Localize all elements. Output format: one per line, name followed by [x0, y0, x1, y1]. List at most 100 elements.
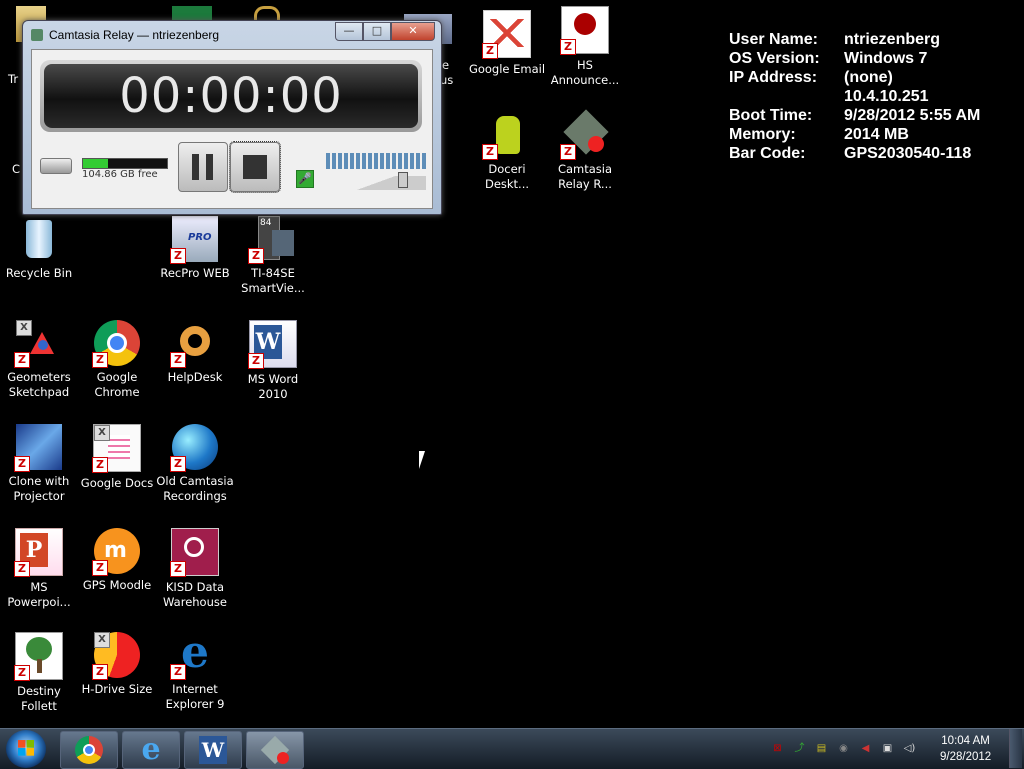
security-icon[interactable]: ▤	[814, 741, 829, 756]
pause-icon-bar	[206, 154, 213, 180]
camtasia-relay-icon	[260, 735, 290, 765]
desktop-icon-doceri[interactable]: Z Doceri Deskt...	[468, 112, 546, 192]
icon-label: Camtasia Relay R...	[557, 162, 613, 191]
display-clone-icon: Z	[14, 424, 62, 472]
system-info-panel: User Name: ntriezenberg OS Version: Windows…	[729, 30, 980, 163]
powerpoint-icon: P Z	[14, 528, 63, 577]
show-desktop-button[interactable]	[1009, 729, 1022, 768]
icon-label: MS Word 2010	[247, 372, 299, 401]
partial-icon-label-e: e	[442, 58, 450, 72]
icon-label: HS Announce...	[550, 58, 620, 87]
system-info-value: ntriezenberg	[844, 31, 941, 48]
chrome-icon	[75, 736, 103, 764]
pause-button[interactable]	[178, 142, 228, 192]
desktop-icon-ms-word[interactable]: W Z MS Word 2010	[234, 320, 312, 402]
speaker-mute-icon[interactable]: ◀	[858, 741, 873, 756]
kisd-icon: Z	[170, 528, 219, 577]
ie-icon: e	[141, 732, 161, 767]
pdf-icon[interactable]: ⊠	[770, 741, 785, 756]
system-info-key: Bar Code:	[729, 145, 806, 162]
taskbar: e W ⊠ ⤴ ▤ ◉ ◀ ▣ ◁) 10:04 AM 9/28/2012	[0, 728, 1024, 769]
desktop-icon-camtasia-relay-recorder[interactable]: Z Camtasia Relay R...	[546, 109, 624, 192]
desktop-icon-ti84[interactable]: 84 Z TI-84SE SmartVie...	[234, 216, 312, 296]
stop-icon	[243, 155, 267, 179]
system-info-row: Bar Code: GPS2030540-118	[729, 144, 980, 163]
maximize-button[interactable]: □	[363, 22, 391, 41]
desktop-icon-google-chrome[interactable]: Z Google Chrome	[78, 320, 156, 400]
desktop-icon-google-docs[interactable]: X Z Google Docs	[78, 424, 156, 491]
partial-icon-label-c: C	[12, 162, 21, 176]
network-icon[interactable]: ⤴	[792, 741, 807, 756]
stop-button[interactable]	[229, 141, 281, 193]
start-button[interactable]	[6, 730, 46, 768]
system-info-row: OS Version: Windows 7	[729, 49, 980, 68]
clock[interactable]: 10:04 AM 9/28/2012	[940, 733, 991, 765]
system-info-key: Boot Time:	[729, 107, 813, 124]
system-info-value: 10.4.10.251	[844, 88, 929, 105]
pause-icon	[192, 154, 199, 180]
desktop-icon-helpdesk[interactable]: Z HelpDesk	[156, 320, 234, 385]
close-button[interactable]: ✕	[391, 22, 435, 41]
chrome-icon: Z	[92, 320, 140, 368]
desktop-icon-old-camtasia-recordings[interactable]: Z Old Camtasia Recordings	[156, 424, 234, 504]
pie-chart-icon: X Z	[92, 632, 140, 680]
icon-label: HelpDesk	[167, 370, 223, 384]
icon-label: Clone with Projector	[8, 474, 70, 503]
recorder-panel: 00:00:00 104.86 GB free 🎤	[31, 49, 433, 209]
system-info-row: 10.4.10.251	[729, 87, 980, 106]
desktop-icon-destiny-follett[interactable]: Z Destiny Follett	[0, 632, 78, 714]
globe-icon: Z	[170, 424, 218, 472]
desktop-icon-kisd-data-warehouse[interactable]: Z KISD Data Warehouse	[156, 528, 234, 610]
minimize-button[interactable]: —	[335, 22, 363, 41]
recycle-bin-icon	[16, 216, 62, 262]
icon-label: Old Camtasia Recordings	[156, 474, 234, 503]
disk-free-label: 104.86 GB free	[82, 169, 158, 180]
taskbar-camtasia-relay-button[interactable]	[246, 731, 304, 769]
mouse-cursor-icon	[419, 451, 431, 469]
taskbar-chrome-button[interactable]	[60, 731, 118, 769]
hard-drive-icon	[40, 158, 72, 174]
microphone-icon[interactable]: 🎤	[296, 170, 314, 188]
taskbar-ie-button[interactable]: e	[122, 731, 180, 769]
system-info-value: (none)	[844, 69, 893, 86]
window-title: Camtasia Relay — ntriezenberg	[49, 28, 220, 42]
taskbar-word-button[interactable]: W	[184, 731, 242, 769]
icon-label: Destiny Follett	[17, 684, 61, 713]
network-monitor-icon[interactable]: ▣	[880, 741, 895, 756]
icon-label: Google Docs	[80, 476, 154, 490]
system-info-key: User Name:	[729, 31, 818, 48]
system-info-key: OS Version:	[729, 50, 820, 67]
volume-slider-handle[interactable]	[398, 172, 408, 188]
desktop-icon-h-drive-size[interactable]: X Z H-Drive Size	[78, 632, 156, 697]
system-info-value: GPS2030540-118	[844, 145, 972, 162]
volume-slider-track[interactable]	[326, 176, 426, 190]
camtasia-relay-icon: Z	[560, 109, 609, 160]
update-icon[interactable]: ◉	[836, 741, 851, 756]
camtasia-app-icon	[31, 29, 43, 41]
desktop-icon-ms-powerpoint[interactable]: P Z MS Powerpoi...	[0, 528, 78, 610]
gmail-icon: Z	[482, 10, 531, 59]
desktop-icon-internet-explorer[interactable]: e Z Internet Explorer 9	[156, 631, 234, 712]
system-info-value: Windows 7	[844, 50, 928, 67]
camtasia-relay-window[interactable]: Camtasia Relay — ntriezenberg — □ ✕ 00:0…	[22, 20, 442, 215]
icon-label: Doceri Deskt...	[484, 162, 530, 191]
icon-label: KISD Data Warehouse	[163, 580, 227, 609]
sketchpad-icon: X Z	[14, 320, 62, 368]
audio-level-meter	[326, 153, 426, 169]
desktop-icon-clone-with-projector[interactable]: Z Clone with Projector	[0, 424, 78, 504]
icon-label: RecPro WEB	[160, 266, 230, 280]
system-info-key	[729, 87, 844, 106]
partial-icon-label: Tr	[8, 72, 19, 86]
volume-icon[interactable]: ◁)	[902, 741, 917, 756]
system-info-row: IP Address: (none)	[729, 68, 980, 87]
hs-announce-icon: Z	[560, 6, 609, 55]
system-info-key: Memory:	[729, 126, 796, 143]
moodle-icon: m Z	[92, 528, 140, 576]
desktop-icon-hs-announcements[interactable]: Z HS Announce...	[546, 6, 624, 88]
system-info-value: 2014 MB	[844, 126, 909, 143]
desktop-icon-gps-moodle[interactable]: m Z GPS Moodle	[78, 528, 156, 593]
desktop-icon-recpro-web[interactable]: PRO Z RecPro WEB	[156, 216, 234, 281]
desktop-icon-geometers-sketchpad[interactable]: X Z Geometers Sketchpad	[0, 320, 78, 400]
desktop-icon-recycle-bin[interactable]: Recycle Bin	[0, 216, 78, 281]
desktop-icon-google-email[interactable]: Z Google Email	[468, 10, 546, 77]
